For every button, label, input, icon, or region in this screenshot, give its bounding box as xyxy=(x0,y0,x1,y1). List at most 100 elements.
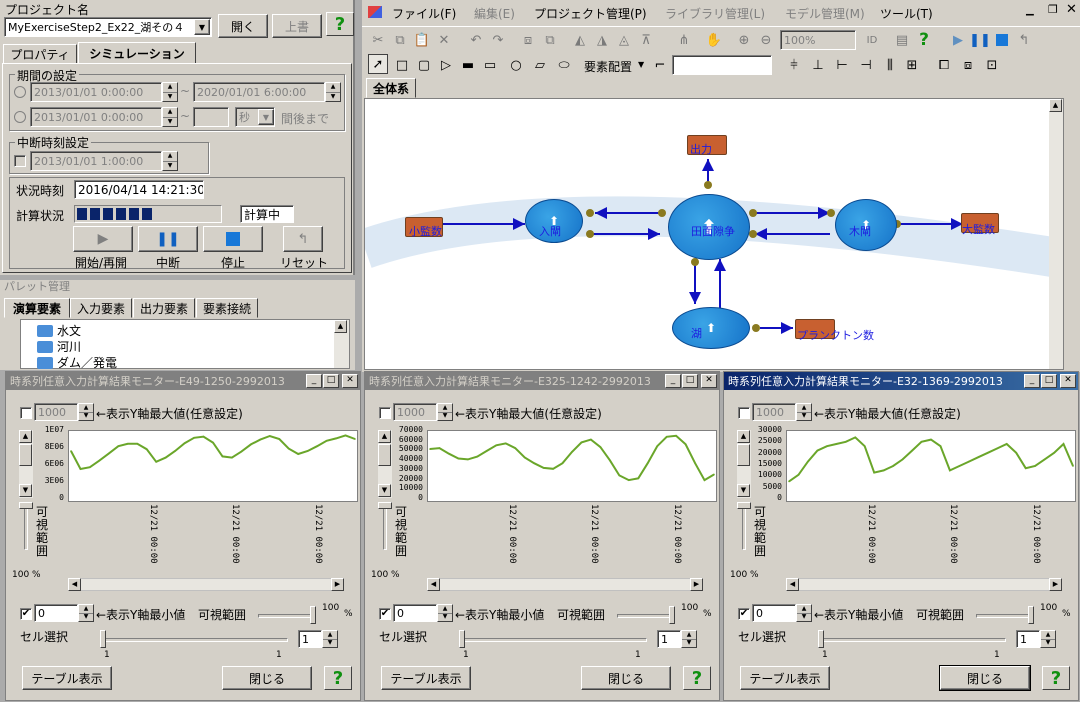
start-button[interactable]: ▶ xyxy=(73,226,133,252)
period-radio-1[interactable] xyxy=(14,86,26,98)
ungroup-icon[interactable]: ⧉ xyxy=(540,30,560,50)
tab-overall[interactable]: 全体系 xyxy=(366,78,416,98)
zoom-out-icon[interactable]: ⊖ xyxy=(756,30,776,50)
menu-model[interactable]: モデル管理(M) xyxy=(785,5,865,22)
tree-item[interactable]: 水文 xyxy=(37,322,81,339)
connect-icon[interactable]: ⋔ xyxy=(674,30,694,50)
visible-range-slider[interactable] xyxy=(976,614,1032,618)
stop-icon[interactable] xyxy=(992,30,1012,50)
interrupt-checkbox[interactable] xyxy=(14,155,26,167)
chevron-down-icon[interactable]: ▼ xyxy=(638,60,644,69)
reset-icon[interactable]: ↰ xyxy=(1014,30,1034,50)
open-button[interactable]: 開く xyxy=(218,14,268,38)
ymax-checkbox[interactable] xyxy=(738,407,750,419)
pause-button[interactable]: ❚❚ xyxy=(138,226,198,252)
tab-properties[interactable]: プロパティ xyxy=(3,44,77,64)
ymin-spinner[interactable]: ▲ ▼ xyxy=(796,604,812,622)
cell-slider[interactable] xyxy=(100,638,288,642)
restore-icon[interactable]: ❐ xyxy=(1048,3,1058,16)
id-icon[interactable]: ID xyxy=(862,30,882,50)
cell-slider-thumb[interactable] xyxy=(100,630,106,648)
cell-spinner[interactable]: ▲ ▼ xyxy=(322,630,338,648)
project-dropdown-button[interactable]: ▼ xyxy=(194,19,210,35)
ymin-input[interactable]: 0 xyxy=(752,604,796,622)
align-right-edge-icon[interactable]: ⊣ xyxy=(856,55,876,75)
project-name-select[interactable]: MyExerciseStep2_Ex22_湖その４ xyxy=(4,17,212,37)
help-icon[interactable]: ? xyxy=(914,30,934,50)
delete-icon[interactable]: ✕ xyxy=(434,30,454,50)
ymin-input[interactable]: 0 xyxy=(393,604,437,622)
cell-slider-thumb[interactable] xyxy=(459,630,465,648)
zoom-in-icon[interactable]: ⊕ xyxy=(734,30,754,50)
align-left-icon[interactable]: ◭ xyxy=(570,30,590,50)
start-time-1-spinner[interactable]: ▲ ▼ xyxy=(162,82,178,102)
menu-edit[interactable]: 編集(E) xyxy=(474,5,515,22)
document-icon[interactable]: ▤ xyxy=(892,30,912,50)
cell-spinner[interactable]: ▲ ▼ xyxy=(1040,630,1056,648)
maximize-icon[interactable]: □ xyxy=(323,374,339,388)
align-bottom-icon[interactable]: ⊥ xyxy=(808,55,828,75)
start-time-2-spinner[interactable]: ▲ ▼ xyxy=(162,107,178,127)
tab-connections[interactable]: 要素接続 xyxy=(196,298,258,318)
maximize-icon[interactable]: □ xyxy=(1041,374,1057,388)
ymin-input[interactable]: 0 xyxy=(34,604,78,622)
cell-input[interactable]: 1 xyxy=(1016,630,1040,648)
duration-input[interactable] xyxy=(193,107,229,127)
visible-range-thumb[interactable] xyxy=(1028,606,1034,624)
ymin-spinner[interactable]: ▲ ▼ xyxy=(78,604,94,622)
range-slider-vertical[interactable] xyxy=(378,502,392,550)
lake-node[interactable]: ⬆ xyxy=(672,307,750,349)
cut-icon[interactable]: ✂ xyxy=(368,30,388,50)
minimize-icon[interactable]: _ xyxy=(1024,374,1040,388)
tree-item[interactable]: 河川 xyxy=(37,338,81,355)
help-icon[interactable]: ? xyxy=(683,666,711,690)
visible-range-slider[interactable] xyxy=(258,614,314,618)
tab-simulation[interactable]: シミュレーション xyxy=(78,42,196,64)
cell-slider[interactable] xyxy=(459,638,647,642)
x-scrollbar[interactable]: ◀ ▶ xyxy=(427,578,703,591)
align-right-icon[interactable]: ◬ xyxy=(614,30,634,50)
close-button[interactable]: 閉じる xyxy=(581,666,671,690)
x-scrollbar[interactable]: ◀ ▶ xyxy=(68,578,344,591)
model-canvas[interactable]: 出力 小監数 ⬆ 入閘 ⬆ 田面隙争 ⬆ 木閘 大監数 ⬆ 湖 プランクトン数 … xyxy=(364,98,1064,370)
align-top-icon[interactable]: ⊼ xyxy=(636,30,656,50)
layout-label[interactable]: 要素配置 xyxy=(584,58,632,75)
tab-input-elements[interactable]: 入力要素 xyxy=(70,298,132,318)
ymax-input[interactable]: 1000 xyxy=(34,403,78,421)
cell-spinner[interactable]: ▲ ▼ xyxy=(681,630,697,648)
reset-button[interactable]: ↰ xyxy=(283,226,323,252)
menu-library[interactable]: ライブラリ管理(L) xyxy=(665,5,765,22)
minimize-icon[interactable]: _ xyxy=(665,374,681,388)
close-icon[interactable]: ✕ xyxy=(1060,374,1076,388)
close-icon[interactable]: ✕ xyxy=(1066,2,1077,17)
tab-calc-elements[interactable]: 演算要素 xyxy=(4,298,70,318)
cell-slider-thumb[interactable] xyxy=(818,630,824,648)
visible-range-thumb[interactable] xyxy=(310,606,316,624)
cell-input[interactable]: 1 xyxy=(657,630,681,648)
align-center-icon[interactable]: ◮ xyxy=(592,30,612,50)
menu-tools[interactable]: ツール(T) xyxy=(880,5,933,22)
maximize-icon[interactable]: □ xyxy=(682,374,698,388)
fit-width-icon[interactable]: ⧈ xyxy=(958,55,978,75)
visible-range-thumb[interactable] xyxy=(669,606,675,624)
stop-button[interactable] xyxy=(203,226,263,252)
play-icon[interactable]: ▶ xyxy=(948,30,968,50)
pill-icon[interactable]: ⬭ xyxy=(554,55,574,75)
ymax-input[interactable]: 1000 xyxy=(393,403,437,421)
menu-project[interactable]: プロジェクト管理(P) xyxy=(534,5,647,22)
period-radio-2[interactable] xyxy=(14,111,26,123)
minimize-icon[interactable]: _ xyxy=(306,374,322,388)
close-icon[interactable]: ✕ xyxy=(342,374,358,388)
range-slider-vertical[interactable] xyxy=(19,502,33,550)
overwrite-button[interactable]: 上書 xyxy=(272,14,322,38)
help-icon[interactable]: ? xyxy=(1042,666,1070,690)
select-arrow-icon[interactable]: ➚ xyxy=(368,54,388,74)
zoom-select[interactable]: 100% xyxy=(780,30,856,50)
triangle-icon[interactable]: ▷ xyxy=(436,55,456,75)
range-slider-vertical[interactable] xyxy=(737,502,751,550)
undo-icon[interactable]: ↶ xyxy=(466,30,486,50)
cell-input[interactable]: 1 xyxy=(298,630,322,648)
ymax-checkbox[interactable] xyxy=(20,407,32,419)
paste-icon[interactable]: 📋 xyxy=(412,30,432,50)
fit-icon[interactable]: ⧠ xyxy=(934,55,954,75)
